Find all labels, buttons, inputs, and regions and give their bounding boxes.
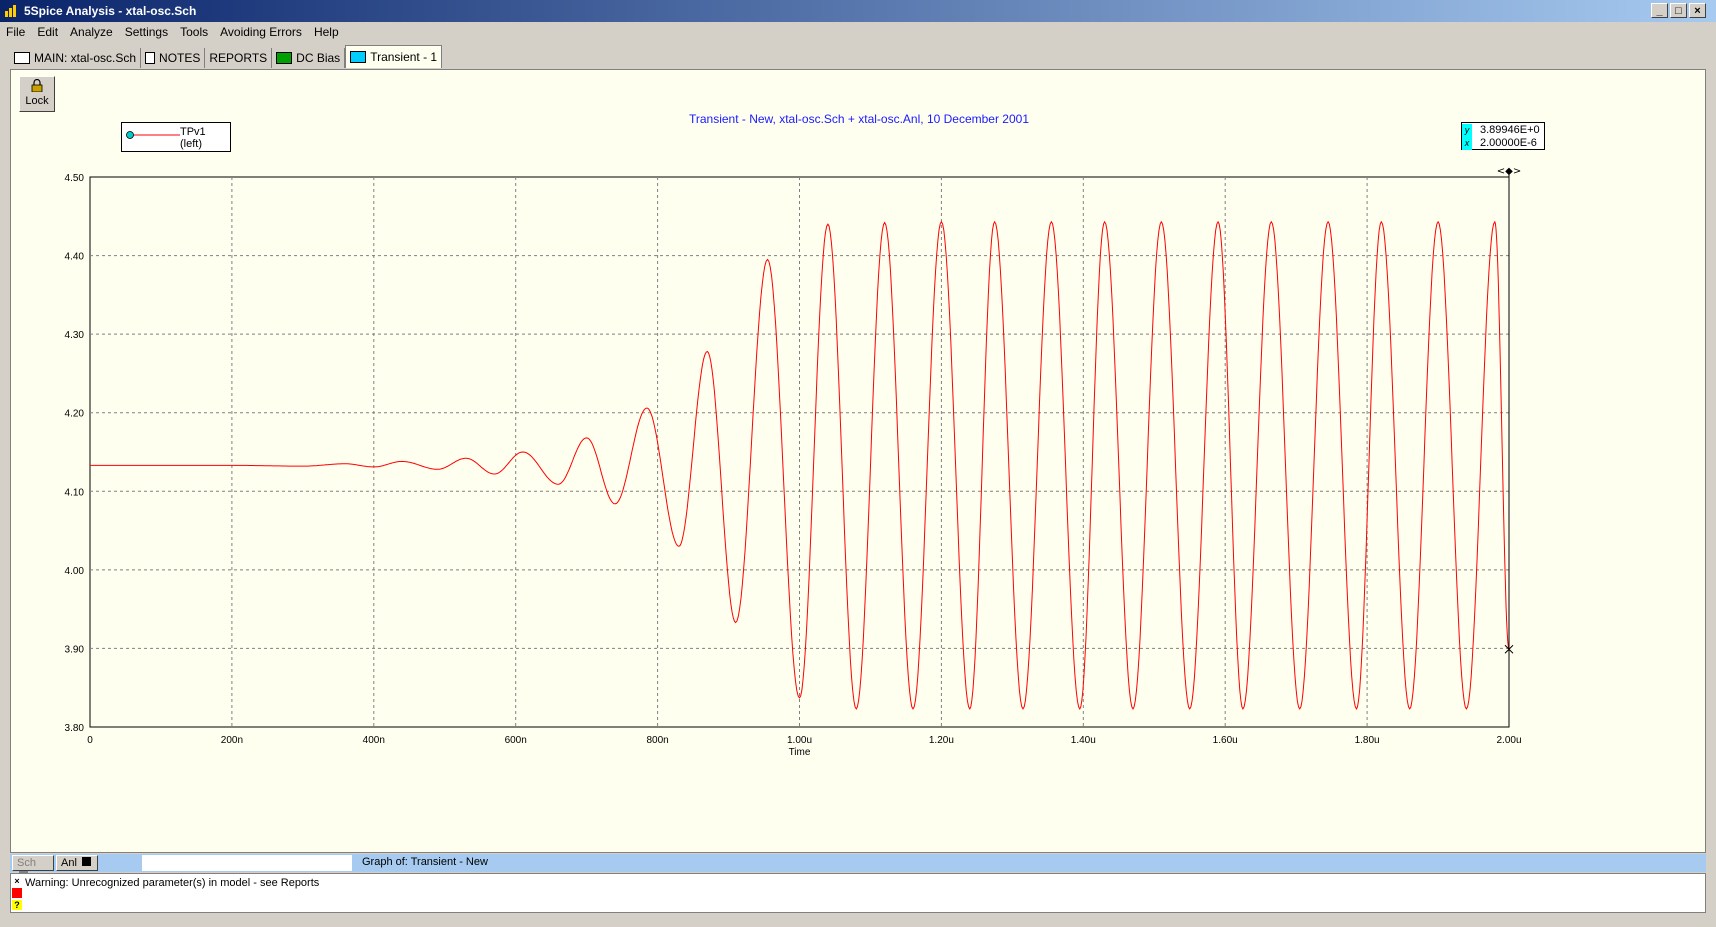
sch-button[interactable]: Sch <box>12 855 54 880</box>
graph-of-label: Graph of: Transient - New <box>362 856 488 868</box>
title-bar: 5Spice Analysis - xtal-osc.Sch _ □ × <box>0 0 1716 22</box>
menu-tools[interactable]: Tools <box>174 25 214 39</box>
x-tick-label: 800n <box>646 735 668 746</box>
x-tick-label: 600n <box>505 735 527 746</box>
status-field <box>142 855 352 871</box>
warning-message: Warning: Unrecognized parameter(s) in mo… <box>25 877 320 889</box>
menu-avoiding-errors[interactable]: Avoiding Errors <box>214 25 308 39</box>
y-tick-label: 3.90 <box>65 644 85 655</box>
menu-help[interactable]: Help <box>308 25 345 39</box>
x-tick-label: 2.00u <box>1496 735 1521 746</box>
graph-panel[interactable]: Lock Transient - New, xtal-osc.Sch + xta… <box>10 69 1706 853</box>
save-icon <box>81 857 91 866</box>
tab-bar: MAIN: xtal-osc.Sch NOTES REPORTS DC Bias… <box>0 44 443 68</box>
anl-button[interactable]: Anl <box>56 855 98 871</box>
x-tick-label: 200n <box>221 735 243 746</box>
anl-label: Anl <box>61 857 77 869</box>
tab-reports-label: REPORTS <box>209 51 268 65</box>
status-row: Sch Anl Graph of: Transient - New <box>10 854 1706 880</box>
x-tick-label: 1.60u <box>1213 735 1238 746</box>
y-tick-label: 4.50 <box>65 173 85 184</box>
close-button[interactable]: × <box>1689 3 1706 18</box>
x-tick-label: 1.80u <box>1355 735 1380 746</box>
tab-transient[interactable]: Transient - 1 <box>345 45 443 68</box>
window-title: 5Spice Analysis - xtal-osc.Sch <box>24 4 197 18</box>
y-tick-label: 4.30 <box>65 330 85 341</box>
notes-icon <box>145 52 156 64</box>
plot-frame <box>89 176 1510 728</box>
sch-label: Sch <box>17 857 36 869</box>
tab-notes[interactable]: NOTES <box>141 48 206 68</box>
help-icon[interactable]: ? <box>12 900 22 910</box>
tab-reports[interactable]: REPORTS <box>205 48 273 68</box>
transient-icon <box>350 51 367 63</box>
menu-edit[interactable]: Edit <box>31 25 64 39</box>
tab-main[interactable]: MAIN: xtal-osc.Sch <box>10 48 142 68</box>
minimize-button[interactable]: _ <box>1651 3 1668 18</box>
y-tick-label: 4.40 <box>65 252 85 263</box>
transient-chart[interactable]: 0 200n 400n 600n 800n 1.00u 1.20u 1.40u 1.60u 1.8… <box>11 70 1705 770</box>
x-tick-label: 1.20u <box>929 735 954 746</box>
dc-bias-icon <box>276 52 293 64</box>
x-tick-label: 400n <box>363 735 385 746</box>
x-tick-label: 1.40u <box>1071 735 1096 746</box>
menu-file[interactable]: File <box>0 25 31 39</box>
tab-main-label: MAIN: xtal-osc.Sch <box>34 51 137 65</box>
x-tick-label: 1.00u <box>787 735 812 746</box>
x-tick-label: 0 <box>87 735 93 746</box>
maximize-button[interactable]: □ <box>1670 3 1687 18</box>
x-axis-label: Time <box>789 747 811 758</box>
y-tick-label: 4.00 <box>65 566 85 577</box>
y-tick-label: 4.10 <box>65 487 85 498</box>
menu-bar: File Edit Analyze Settings Tools Avoidin… <box>0 22 1716 42</box>
app-icon <box>5 5 16 17</box>
error-icon <box>12 888 22 898</box>
tab-dc-bias[interactable]: DC Bias <box>272 48 346 68</box>
y-tick-label: 3.80 <box>65 723 85 734</box>
y-tick-label: 4.20 <box>65 409 85 420</box>
tab-notes-label: NOTES <box>159 51 201 65</box>
close-icon[interactable]: × <box>12 876 22 886</box>
tab-transient-label: Transient - 1 <box>370 50 438 64</box>
tab-dc-bias-label: DC Bias <box>296 51 341 65</box>
cursor-marker: <◆> <box>1497 166 1521 177</box>
menu-analyze[interactable]: Analyze <box>64 25 119 39</box>
menu-settings[interactable]: Settings <box>119 25 174 39</box>
message-panel: × ? Warning: Unrecognized parameter(s) i… <box>10 873 1706 913</box>
schematic-icon <box>14 52 30 64</box>
